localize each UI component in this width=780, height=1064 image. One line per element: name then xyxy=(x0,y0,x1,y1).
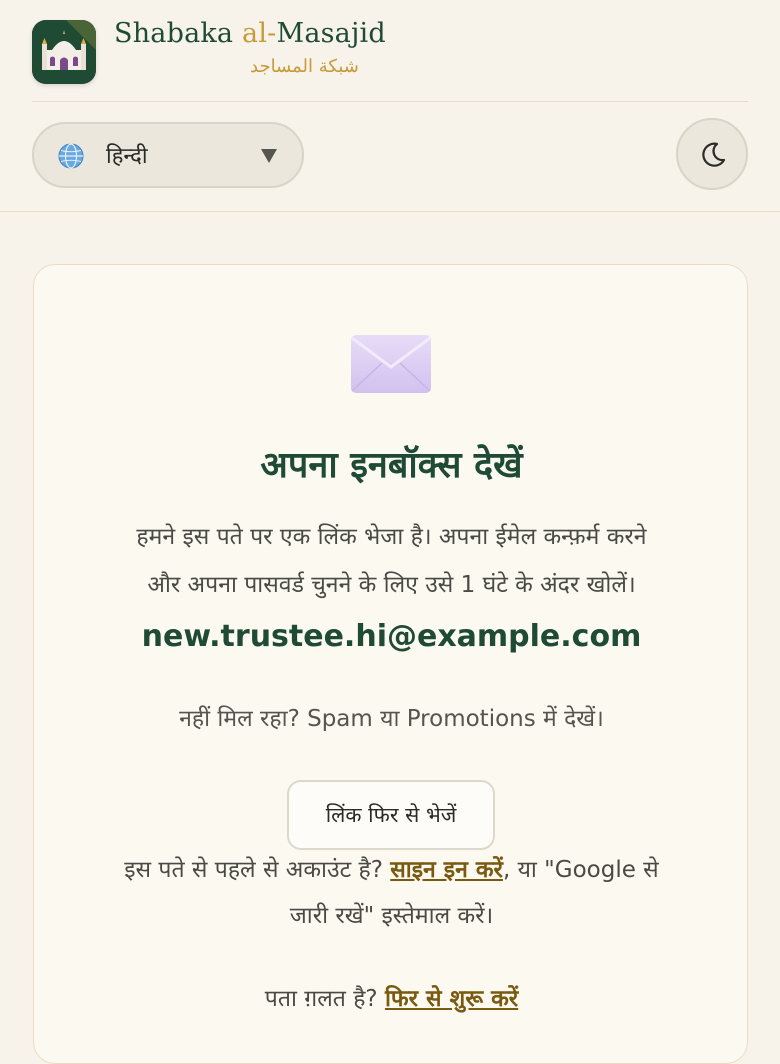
instruction-text: हमने इस पते पर एक लिंक भेजा है। अपना ईमे… xyxy=(34,513,749,609)
resend-link-button[interactable]: लिंक फिर से भेजें xyxy=(287,780,495,850)
brand-name-part: Masajid xyxy=(276,18,386,49)
caret-down-icon xyxy=(261,149,277,163)
app-header: Shabaka al-Masajid شبكة المساجد xyxy=(32,0,748,102)
theme-toggle-button[interactable] xyxy=(676,118,748,190)
mosque-logo-icon[interactable] xyxy=(32,20,96,84)
restart-note: पता ग़लत है? फिर से शुरू करें xyxy=(34,981,749,1013)
moon-icon xyxy=(702,142,726,167)
signin-note-line: इस पते से पहले से अकाउंट है? साइन इन करे… xyxy=(34,847,749,893)
restart-prefix: पता ग़लत है? xyxy=(264,986,385,1012)
signin-prefix: इस पते से पहले से अकाउंट है? xyxy=(124,857,391,883)
globe-icon xyxy=(58,143,84,169)
signin-note: इस पते से पहले से अकाउंट है? साइन इन करे… xyxy=(34,847,749,939)
restart-link[interactable]: फिर से शुरू करें xyxy=(385,986,518,1012)
signin-link[interactable]: साइन इन करें xyxy=(390,857,503,883)
brand-name: Shabaka al-Masajid xyxy=(114,18,386,49)
signin-suffix: , या "Google से xyxy=(502,857,659,883)
language-selected-value: हिन्दी xyxy=(106,144,148,169)
envelope-icon xyxy=(351,335,431,393)
toolbar: हिन्दी xyxy=(0,102,780,212)
check-inbox-card: अपना इनबॉक्स देखें हमने इस पते पर एक लिं… xyxy=(33,264,748,1064)
brand-name-part: Shabaka xyxy=(114,18,243,49)
signin-note-line: जारी रखें" इस्तेमाल करें। xyxy=(289,903,494,929)
spam-hint: नहीं मिल रहा? Spam या Promotions में देख… xyxy=(179,706,604,732)
instruction-line: हमने इस पते पर एक लिंक भेजा है। अपना ईमे… xyxy=(136,524,647,550)
page-title: अपना इनबॉक्स देखें xyxy=(260,445,523,486)
email-address: new.trustee.hi@example.com xyxy=(141,619,642,654)
brand-name-accent: al- xyxy=(242,18,277,49)
instruction-line: और अपना पासवर्ड चुनने के लिए उसे 1 घंटे … xyxy=(147,572,636,598)
language-select[interactable]: हिन्दी xyxy=(32,122,304,188)
brand-arabic-name: شبكة المساجد xyxy=(250,56,359,77)
